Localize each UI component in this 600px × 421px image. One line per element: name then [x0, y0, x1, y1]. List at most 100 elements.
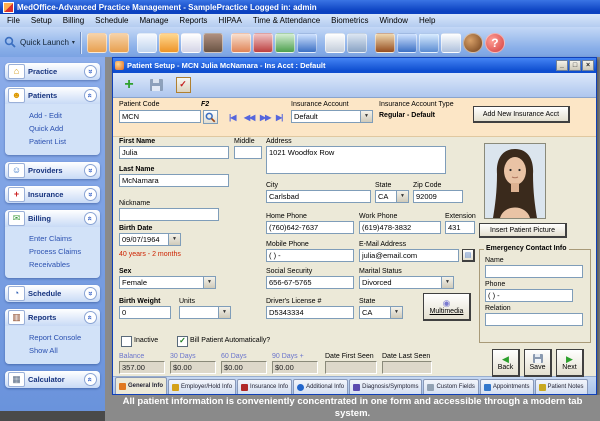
last-record-button[interactable]: ▶| — [276, 113, 282, 122]
address-input[interactable]: 1021 Woodfox Row — [266, 146, 446, 174]
patient-setup-titlebar[interactable]: Patient Setup - MCN Julia McNamara - Ins… — [113, 58, 596, 73]
biometrics-icon[interactable] — [441, 33, 461, 53]
ssn-input[interactable]: 656-67-5765 — [266, 276, 354, 289]
tab-employer-hold-info[interactable]: Employer/Hold Info — [168, 379, 236, 394]
patient-card-icon[interactable] — [137, 33, 157, 53]
first-name-input[interactable]: Julia — [119, 146, 229, 159]
chevron-up-icon[interactable]: « — [84, 89, 97, 102]
multimedia-button[interactable]: ◉ Multimedia — [423, 293, 471, 321]
dropdown-arrow-icon[interactable]: ▼ — [360, 111, 372, 122]
menu-reports[interactable]: Reports — [179, 16, 207, 25]
cpt-codes-icon[interactable] — [87, 33, 107, 53]
dropdown-arrow-icon[interactable]: ▼ — [218, 307, 230, 318]
calculator-icon[interactable] — [347, 33, 367, 53]
sidebar-section-insurance[interactable]: + Insurance « — [5, 186, 100, 203]
extension-input[interactable]: 431 — [445, 221, 475, 234]
bill-auto-checkbox[interactable]: ✓ — [177, 336, 188, 347]
tab-general-info[interactable]: General Info — [115, 377, 167, 394]
email-input[interactable]: julia@email.com — [359, 249, 459, 262]
menu-schedule[interactable]: Schedule — [95, 16, 128, 25]
minimize-button[interactable]: _ — [556, 60, 568, 71]
middle-input[interactable] — [234, 146, 262, 159]
insurance-account-select[interactable]: Default ▼ — [291, 110, 373, 123]
marital-status-select[interactable]: Divorced ▼ — [359, 276, 454, 289]
next-record-button[interactable]: ▶▶ — [260, 113, 270, 122]
referrals-icon[interactable] — [231, 33, 251, 53]
display-icon[interactable] — [397, 33, 417, 53]
dropdown-arrow-icon[interactable]: ▼ — [203, 277, 215, 288]
tab-additional-info[interactable]: Additional Info — [293, 379, 348, 394]
workstation-icon[interactable] — [297, 33, 317, 53]
emergency-phone-input[interactable]: ( ) - — [485, 289, 573, 302]
add-record-button[interactable]: + — [117, 75, 141, 96]
menu-time-attendance[interactable]: Time & Attendance — [253, 16, 320, 25]
next-button[interactable]: ▶ Next — [556, 349, 584, 377]
reports-document-icon[interactable] — [325, 33, 345, 53]
menu-biometrics[interactable]: Biometrics — [331, 16, 368, 25]
save-button[interactable]: Save — [524, 349, 552, 377]
add-new-insurance-button[interactable]: Add New Insurance Acct — [473, 106, 570, 123]
charges-calculator-icon[interactable] — [253, 33, 273, 53]
dropdown-arrow-icon[interactable]: ▼ — [441, 277, 453, 288]
sidebar-item-enter-claims[interactable]: Enter Claims — [29, 232, 100, 245]
menu-billing[interactable]: Billing — [63, 16, 84, 25]
chevron-down-icon[interactable]: « — [84, 164, 97, 177]
coin-icon[interactable] — [463, 33, 483, 53]
mobile-phone-input[interactable]: ( ) - — [266, 249, 354, 262]
chart-statistics-icon[interactable] — [375, 33, 395, 53]
verify-record-button[interactable]: ✓ — [171, 75, 195, 96]
menu-window[interactable]: Window — [380, 16, 408, 25]
tab-diagnosis-symptoms[interactable]: Diagnosis/Symptoms — [349, 379, 422, 394]
sidebar-section-billing[interactable]: ✉ Billing « — [5, 210, 100, 227]
chevron-down-icon[interactable]: « — [84, 188, 97, 201]
dropdown-arrow-icon[interactable]: ▼ — [390, 307, 402, 318]
sidebar-section-calculator[interactable]: ▦ Calculator « — [5, 371, 100, 388]
menu-hipaa[interactable]: HIPAA — [218, 16, 241, 25]
first-record-button[interactable]: |◀ — [229, 113, 235, 122]
previous-record-button[interactable]: ◀◀ — [244, 113, 254, 122]
tab-insurance-info[interactable]: Insurance Info — [237, 379, 292, 394]
sidebar-item-show-all[interactable]: Show All — [29, 344, 100, 357]
close-button[interactable]: × — [582, 60, 594, 71]
nickname-input[interactable] — [119, 208, 219, 221]
insert-patient-picture-button[interactable]: Insert Patient Picture — [479, 223, 567, 238]
tab-appointments[interactable]: Appointments — [480, 379, 534, 394]
chevron-down-icon[interactable]: « — [84, 65, 97, 78]
dl-state-select[interactable]: CA ▼ — [359, 306, 403, 319]
zip-input[interactable]: 92009 — [413, 190, 463, 203]
tab-custom-fields[interactable]: Custom Fields — [423, 379, 478, 394]
sidebar-section-reports[interactable]: ▥ Reports « — [5, 309, 100, 326]
sidebar-section-patients[interactable]: ☻ Patients « — [5, 87, 100, 104]
tab-patient-notes[interactable]: Patient Notes — [535, 379, 588, 394]
back-button[interactable]: ◀ Back — [492, 349, 520, 377]
save-record-button[interactable] — [144, 75, 168, 96]
dropdown-arrow-icon[interactable]: ▼ — [168, 234, 180, 245]
inactive-checkbox[interactable] — [121, 336, 132, 347]
statements-icon[interactable] — [275, 33, 295, 53]
chevron-up-icon[interactable]: « — [84, 212, 97, 225]
sidebar-section-practice[interactable]: ⌂ Practice « — [5, 63, 100, 80]
menu-help[interactable]: Help — [419, 16, 435, 25]
icd-codes-icon[interactable] — [109, 33, 129, 53]
home-phone-input[interactable]: (760)642-7637 — [266, 221, 354, 234]
patient-code-input[interactable]: MCN — [119, 110, 201, 123]
sidebar-section-providers[interactable]: ☺ Providers « — [5, 162, 100, 179]
sidebar-item-report-console[interactable]: Report Console — [29, 331, 100, 344]
sex-select[interactable]: Female ▼ — [119, 276, 216, 289]
last-name-input[interactable]: McNamara — [119, 174, 229, 187]
menu-manage[interactable]: Manage — [140, 16, 169, 25]
state-select[interactable]: CA ▼ — [375, 190, 409, 203]
network-users-icon[interactable] — [419, 33, 439, 53]
units-select[interactable]: ▼ — [179, 306, 231, 319]
help-icon[interactable]: ? — [485, 33, 505, 53]
sidebar-item-quick-add[interactable]: Quick Add — [29, 122, 100, 135]
birth-weight-input[interactable]: 0 — [119, 306, 171, 319]
city-input[interactable]: Carlsbad — [266, 190, 371, 203]
camera-icon[interactable] — [203, 33, 223, 53]
quick-launch-button[interactable]: Quick Launch ▾ — [4, 36, 75, 49]
patient-notes-icon[interactable] — [181, 33, 201, 53]
patient-search-button[interactable] — [203, 110, 218, 124]
sidebar-item-add-edit[interactable]: Add - Edit — [29, 109, 100, 122]
maximize-button[interactable]: □ — [569, 60, 581, 71]
email-action-button[interactable]: ▤ — [462, 249, 475, 262]
